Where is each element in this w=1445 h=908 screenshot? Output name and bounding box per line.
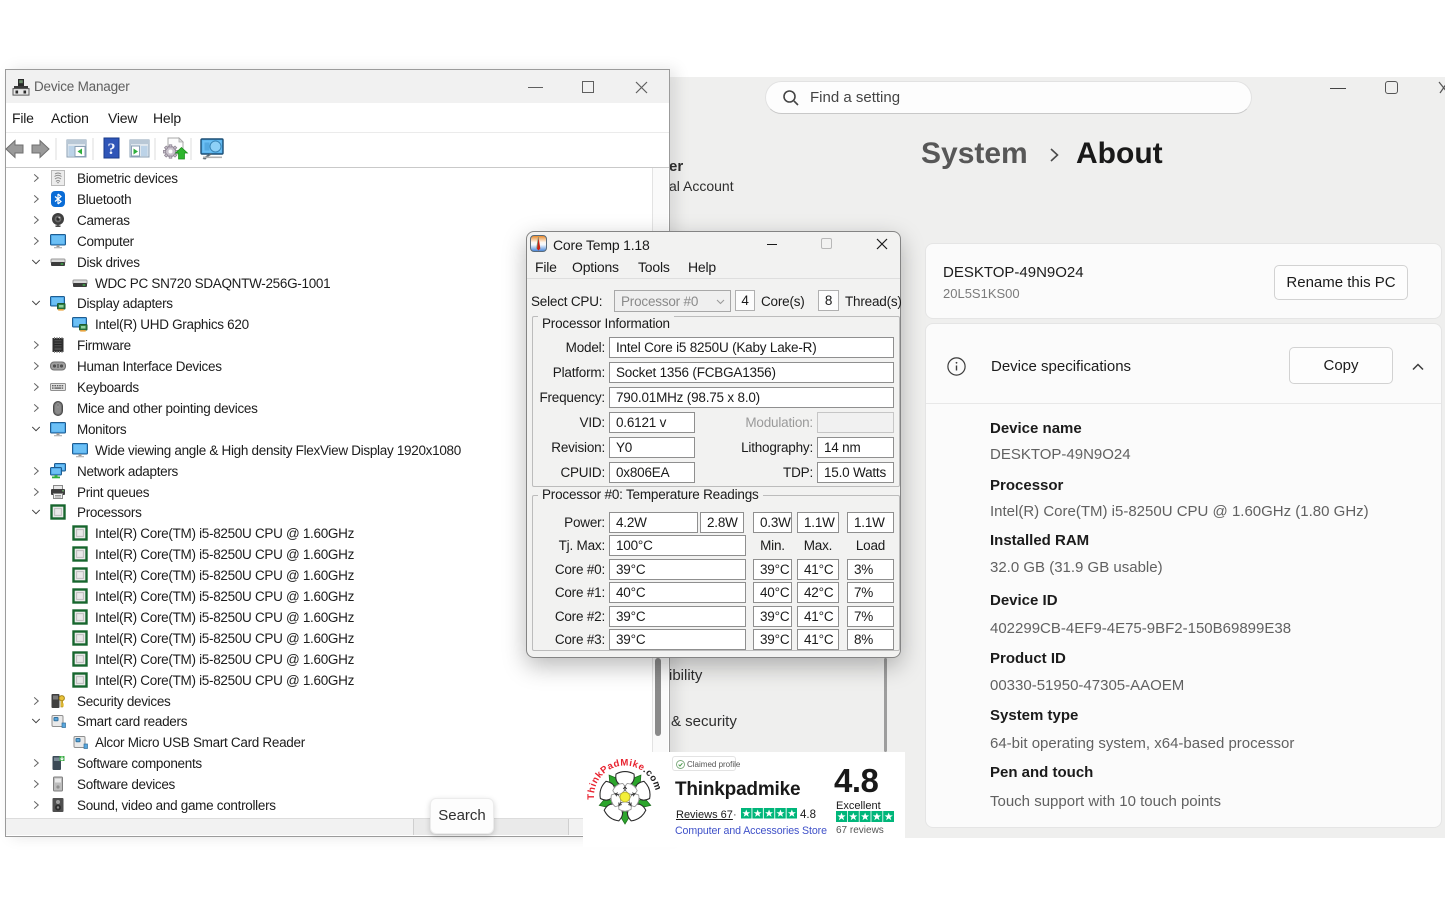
svg-text:?: ? bbox=[108, 141, 116, 158]
